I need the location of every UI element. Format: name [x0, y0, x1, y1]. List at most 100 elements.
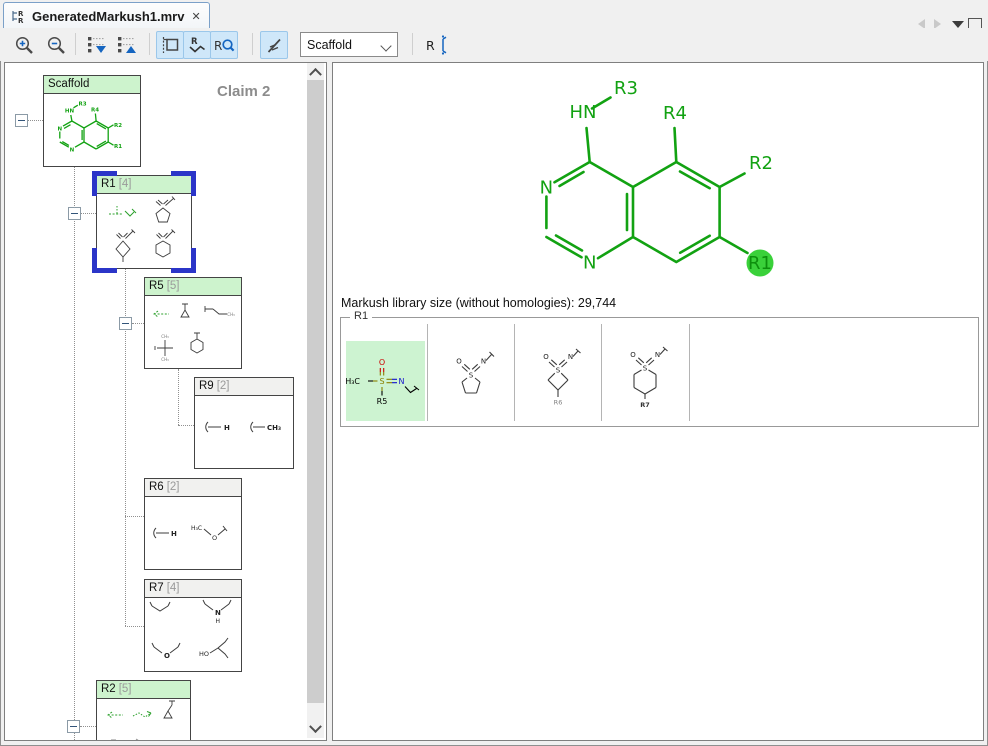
slash-icon — [263, 34, 285, 56]
tree-connector — [125, 626, 144, 627]
r2-thumbnails — [97, 699, 190, 741]
collapse-all-icon — [115, 34, 137, 56]
tree-connector — [80, 726, 96, 727]
svg-text:N: N — [70, 148, 75, 154]
tree-connector — [28, 120, 43, 121]
svg-text:R4: R4 — [91, 108, 99, 114]
rgroup-bracket-button[interactable]: R — [420, 31, 452, 59]
r5-thumbnails: CH₃ CH₃ CH₃ — [145, 296, 241, 369]
atom-label-n: N — [540, 178, 553, 199]
rq-search-icon: R — [212, 34, 236, 56]
app-window: { "window": { "tab_title": "GeneratedMar… — [0, 0, 988, 746]
node-count: [4] — [119, 178, 132, 190]
rgroup-structure-icon: R — [186, 34, 208, 56]
document-tab[interactable]: R R GeneratedMarkush1.mrv ✕ — [3, 2, 210, 29]
rgroup-label-r3: R3 — [614, 78, 638, 99]
svg-text:CH₃: CH₃ — [227, 312, 235, 317]
node-count: [5] — [119, 683, 132, 695]
svg-text:CH₃: CH₃ — [267, 424, 281, 432]
selection-corner — [92, 248, 117, 273]
toolbar-separator — [252, 33, 253, 55]
r1-option-1[interactable] — [341, 324, 427, 421]
r6-thumbnails: H H₃C O — [145, 497, 241, 570]
toolbar-separator — [75, 33, 76, 55]
markush-tree-icon: R R — [10, 8, 27, 25]
r1-option-4[interactable] — [602, 324, 688, 421]
node-label: R9 — [199, 380, 214, 392]
node-count: [2] — [217, 380, 230, 392]
rgroup-display-toggle[interactable]: R — [183, 31, 211, 59]
tree-node-r5[interactable]: R5[5] CH₃ CH₃ CH₃ — [144, 277, 242, 369]
tree-node-r9[interactable]: R9[2] H CH₃ — [194, 377, 294, 469]
scroll-down-button[interactable] — [307, 721, 324, 738]
tree-node-r6[interactable]: R6[2] H H₃C O — [144, 478, 242, 570]
tree-node-r2[interactable]: R2[5] — [96, 680, 191, 741]
svg-text:R2: R2 — [114, 123, 122, 129]
r1-options-groupbox: R1 H₃C S O N R5 — [340, 317, 979, 427]
expand-all-button[interactable] — [82, 31, 110, 59]
expander-scaffold[interactable] — [15, 114, 28, 127]
node-label: R2 — [101, 683, 116, 695]
expander-r2[interactable] — [67, 720, 80, 733]
expander-r1[interactable] — [68, 207, 81, 220]
svg-text:CH₃: CH₃ — [161, 357, 169, 362]
tree-scrollbar[interactable] — [307, 63, 324, 738]
expander-r5[interactable] — [119, 317, 132, 330]
rgroup-bracket-icon: R — [423, 34, 449, 56]
toolbar-separator — [149, 33, 150, 55]
fit-panel-icon — [159, 34, 181, 56]
tree-node-scaffold[interactable]: Scaffold HN R3 R4 R2 R1 N N — [43, 75, 141, 167]
node-label: R6 — [149, 481, 164, 493]
svg-text:H: H — [216, 618, 221, 625]
r1-option-2[interactable] — [428, 324, 514, 421]
tree-connector — [178, 369, 179, 425]
library-size-text: Markush library size (without homologies… — [341, 296, 616, 310]
svg-text:O: O — [212, 534, 217, 542]
chevron-down-icon — [380, 40, 391, 51]
svg-text:R1: R1 — [114, 144, 122, 150]
cell-separator — [689, 324, 690, 421]
hide-homology-toggle[interactable] — [260, 31, 288, 59]
r9-thumbnails: H CH₃ — [195, 396, 293, 469]
node-count: [5] — [167, 280, 180, 292]
tree-node-r1[interactable]: R1[4] — [96, 175, 192, 269]
collapse-all-button[interactable] — [112, 31, 140, 59]
markush-tree-panel: Claim 2 Scaffold HN R3 R4 R2 R1 N — [4, 62, 327, 741]
svg-text:H₃C: H₃C — [191, 525, 202, 532]
tree-connector — [74, 167, 75, 740]
groupbox-label: R1 — [350, 310, 372, 322]
svg-text:R3: R3 — [78, 102, 86, 108]
fit-panel-toggle[interactable] — [156, 31, 184, 59]
selection-corner — [92, 171, 117, 196]
svg-text:O: O — [164, 652, 170, 660]
tabs-list-dropdown-icon[interactable] — [952, 21, 964, 28]
tab-strip: R R GeneratedMarkush1.mrv ✕ — [0, 0, 988, 29]
r1-option-3[interactable] — [515, 324, 601, 421]
svg-text:R: R — [214, 39, 222, 53]
rgroup-label-r2: R2 — [749, 153, 773, 174]
tree-connector — [81, 213, 96, 214]
scrollbar-thumb[interactable] — [307, 80, 324, 703]
zoom-in-button[interactable] — [10, 31, 38, 59]
svg-text:HN: HN — [65, 108, 75, 114]
svg-text:HO: HO — [199, 650, 209, 658]
scroll-up-button[interactable] — [307, 63, 324, 80]
node-label: R7 — [149, 582, 164, 594]
node-count: [2] — [167, 481, 180, 493]
structure-view-panel: HN R3 R4 R2 N N R1 Markush library size … — [332, 62, 984, 741]
tree-node-r7[interactable]: R7[4] N H O HO — [144, 579, 242, 672]
scaffold-structure[interactable]: HN R3 R4 R2 N N R1 — [491, 67, 791, 282]
zoom-out-button[interactable] — [42, 31, 70, 59]
tab-title: GeneratedMarkush1.mrv — [32, 9, 184, 24]
expand-all-icon — [85, 34, 107, 56]
r7-thumbnails: N H O HO — [145, 598, 241, 673]
rgroup-query-toggle[interactable]: R — [210, 31, 238, 59]
node-count: [4] — [167, 582, 180, 594]
svg-text:R: R — [191, 37, 198, 47]
scaffold-select[interactable]: Scaffold — [300, 32, 398, 57]
scaffold-thumbnail: HN R3 R4 R2 R1 N N — [44, 94, 138, 167]
rgroup-label-r1: R1 — [748, 253, 772, 274]
toolbar-separator — [412, 33, 413, 55]
tab-close-icon[interactable]: ✕ — [191, 10, 200, 23]
atom-label-hn: HN — [570, 102, 597, 123]
